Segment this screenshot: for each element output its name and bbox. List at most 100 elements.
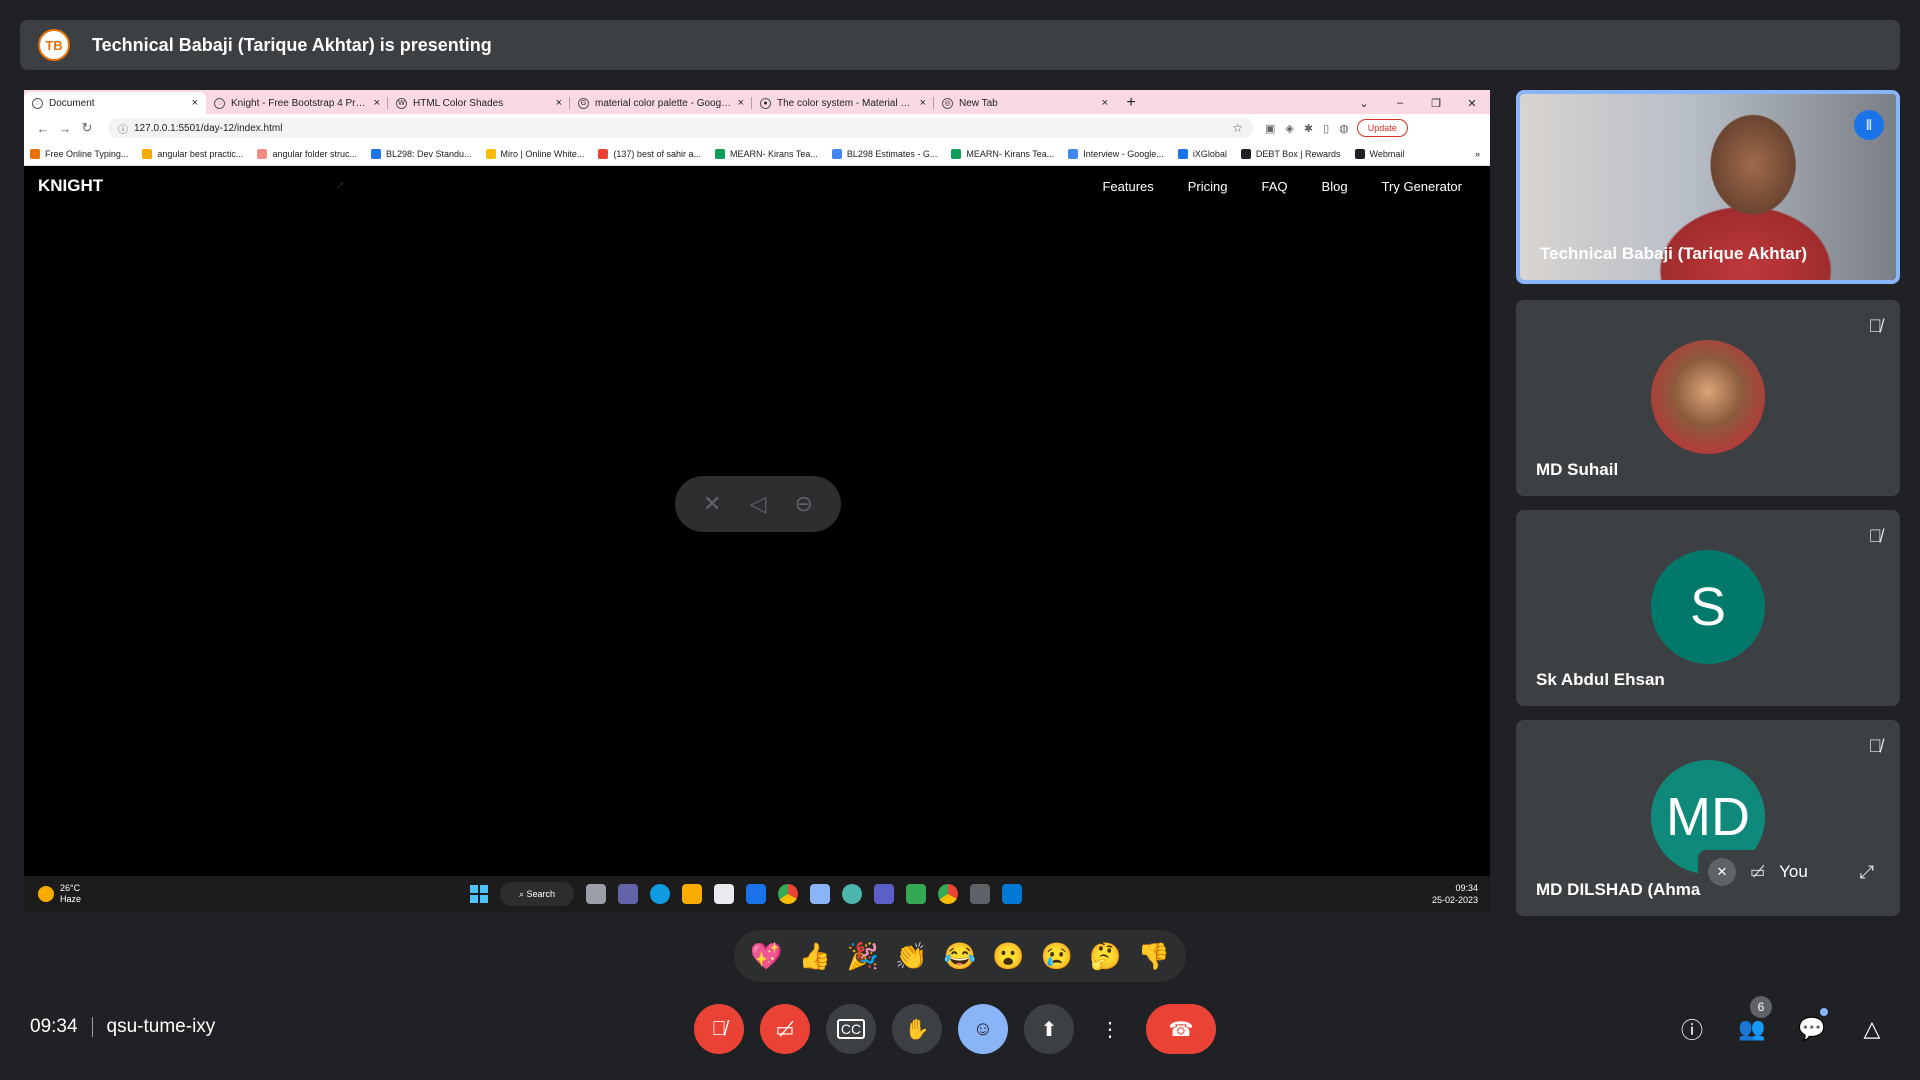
mute-audio-icon[interactable]: ◁ [750, 491, 767, 517]
close-window-icon[interactable]: ✕ [1454, 97, 1490, 110]
mic-off-icon[interactable]: ✕ [1708, 858, 1736, 886]
reload-icon[interactable]: ↻ [76, 120, 98, 136]
bookmark-item[interactable]: BL298: Dev Standu... [370, 148, 472, 159]
bookmark-item[interactable]: BL298 Estimates - G... [831, 148, 937, 159]
remove-icon[interactable]: ⊖ [795, 491, 813, 517]
extension-icon[interactable]: ◈ [1285, 122, 1293, 135]
browser-tab[interactable]: ● The color system - Material Desi × [752, 92, 934, 114]
bookmark-star-icon[interactable]: ☆ [1232, 121, 1243, 135]
taskbar-search-button[interactable]: ⌕ Search [500, 882, 574, 906]
bookmark-item[interactable]: angular best practic... [142, 148, 243, 159]
taskbar-clock[interactable]: 09:34 25-02-2023 [1432, 882, 1478, 906]
nav-link-blog[interactable]: Blog [1322, 179, 1348, 194]
new-tab-button[interactable]: + [1120, 92, 1142, 114]
browser-tab[interactable]: W HTML Color Shades × [388, 92, 570, 114]
reaction-surprised[interactable]: 😮 [992, 943, 1024, 969]
bookmark-item[interactable]: Interview - Google... [1068, 148, 1164, 159]
reaction-party[interactable]: 🎉 [847, 943, 879, 969]
bookmark-item[interactable]: iXGlobal [1177, 148, 1227, 159]
file-explorer-icon[interactable] [682, 884, 702, 904]
forward-icon[interactable]: → [54, 121, 76, 136]
vscode-icon[interactable] [1002, 884, 1022, 904]
camtasia-icon[interactable] [906, 884, 926, 904]
browser-tab[interactable]: ◌ Document × [24, 92, 206, 114]
side-panel-icon[interactable]: ▯ [1323, 122, 1329, 135]
mail-icon[interactable] [746, 884, 766, 904]
chat-button[interactable]: 💬 [1796, 1008, 1828, 1048]
store-icon[interactable] [714, 884, 734, 904]
tab-close-icon[interactable]: × [920, 97, 926, 109]
meeting-details-button[interactable]: ⓘ [1676, 1010, 1708, 1048]
people-button[interactable]: 👥 6 [1736, 996, 1772, 1048]
activities-button[interactable]: △ [1856, 1010, 1888, 1048]
chat-icon[interactable] [618, 884, 638, 904]
tab-close-icon[interactable]: × [374, 97, 380, 109]
globe-app-icon[interactable] [842, 884, 862, 904]
mic-toggle-button[interactable]: 🎙̸ [694, 1004, 744, 1054]
update-button[interactable]: Update [1356, 119, 1408, 137]
tab-close-icon[interactable]: × [738, 97, 744, 109]
tab-close-icon[interactable]: × [556, 97, 562, 109]
bookmark-item[interactable]: MEARN- Kirans Tea... [951, 148, 1054, 159]
minimize-icon[interactable]: – [1382, 97, 1418, 109]
more-options-button[interactable]: ⋮ [1090, 1004, 1130, 1054]
chrome-active-icon[interactable] [938, 884, 958, 904]
tab-close-icon[interactable]: × [192, 97, 198, 109]
puzzle-icon[interactable]: ✱ [1304, 122, 1313, 135]
present-screen-button[interactable]: ⬆ [1024, 1004, 1074, 1054]
bookmark-item[interactable]: angular folder struc... [257, 148, 357, 159]
nav-link-faq[interactable]: FAQ [1262, 179, 1288, 194]
tab-close-icon[interactable]: × [1102, 97, 1108, 109]
raise-hand-button[interactable]: ✋ [892, 1004, 942, 1054]
camera-toggle-button[interactable]: ▭̸ [760, 1004, 810, 1054]
participant-tile[interactable]: 🎙̸ MD Suhail [1516, 300, 1900, 496]
reaction-thinking[interactable]: 🤔 [1089, 943, 1121, 969]
url-field[interactable]: ⓘ 127.0.0.1:5501/day-12/index.html ☆ [108, 118, 1253, 138]
bookmark-item[interactable]: DEBT Box | Rewards [1240, 148, 1341, 159]
browser-tab[interactable]: ◌ Knight - Free Bootstrap 4 Produ × [206, 92, 388, 114]
site-info-icon[interactable]: ⓘ [118, 121, 128, 136]
reaction-sad[interactable]: 😢 [1041, 943, 1073, 969]
remote-desktop-icon[interactable] [970, 884, 990, 904]
bookmark-item[interactable]: Miro | Online White... [485, 148, 584, 159]
captions-button[interactable]: CC [826, 1004, 876, 1054]
notepad-icon[interactable] [810, 884, 830, 904]
edge-icon[interactable] [650, 884, 670, 904]
reaction-thumbs-up[interactable]: 👍 [798, 943, 830, 969]
profile-icon[interactable]: ◍ [1339, 122, 1349, 135]
task-view-icon[interactable] [586, 884, 606, 904]
browser-tab[interactable]: ◎ New Tab × [934, 92, 1116, 114]
nav-link-try-generator[interactable]: Try Generator [1382, 179, 1462, 194]
reaction-heart[interactable]: 💖 [750, 943, 782, 969]
bookmark-item[interactable]: Webmail [1354, 148, 1404, 159]
leave-call-button[interactable]: ☎ [1146, 1004, 1216, 1054]
tab-search-icon[interactable]: ⌄ [1346, 97, 1382, 110]
reactions-button[interactable]: ☺ [958, 1004, 1008, 1054]
expand-icon[interactable]: ⤢ [1860, 862, 1874, 883]
bookmark-item[interactable]: Free Online Typing... [30, 148, 128, 159]
restore-icon[interactable]: ❐ [1418, 97, 1454, 110]
unpin-icon[interactable]: ✕ [703, 491, 721, 517]
nav-link-features[interactable]: Features [1102, 179, 1153, 194]
mic-off-icon: 🎙̸ [711, 1017, 727, 1040]
camera-off-icon[interactable]: ▭̸ [1750, 862, 1765, 882]
tab-label: material color palette - Google S [595, 97, 732, 109]
bookmarks-more-button[interactable]: » [1475, 149, 1480, 159]
bookmark-item[interactable]: (137) best of sahir a... [598, 148, 701, 159]
teams-icon[interactable] [874, 884, 894, 904]
reaction-thumbs-down[interactable]: 👎 [1138, 943, 1170, 969]
tab-label: New Tab [959, 97, 998, 109]
extension-icon[interactable]: ▣ [1265, 122, 1275, 135]
windows-start-icon[interactable] [470, 885, 488, 903]
site-logo[interactable]: KNIGHT [38, 176, 103, 196]
back-icon[interactable]: ← [32, 121, 54, 136]
reaction-laugh[interactable]: 😂 [944, 943, 976, 969]
participant-tile[interactable]: 🎙̸ S Sk Abdul Ehsan [1516, 510, 1900, 706]
bookmark-item[interactable]: MEARN- Kirans Tea... [714, 148, 818, 159]
browser-tab[interactable]: Gmaterial color palette - Google S × [570, 92, 752, 114]
reaction-clap[interactable]: 👏 [895, 943, 927, 969]
chrome-app-icon[interactable] [778, 884, 798, 904]
participant-tile-presenter[interactable]: ⦀ Technical Babaji (Tarique Akhtar) [1516, 90, 1900, 284]
weather-widget[interactable]: 26°C Haze [38, 883, 81, 905]
nav-link-pricing[interactable]: Pricing [1188, 179, 1228, 194]
